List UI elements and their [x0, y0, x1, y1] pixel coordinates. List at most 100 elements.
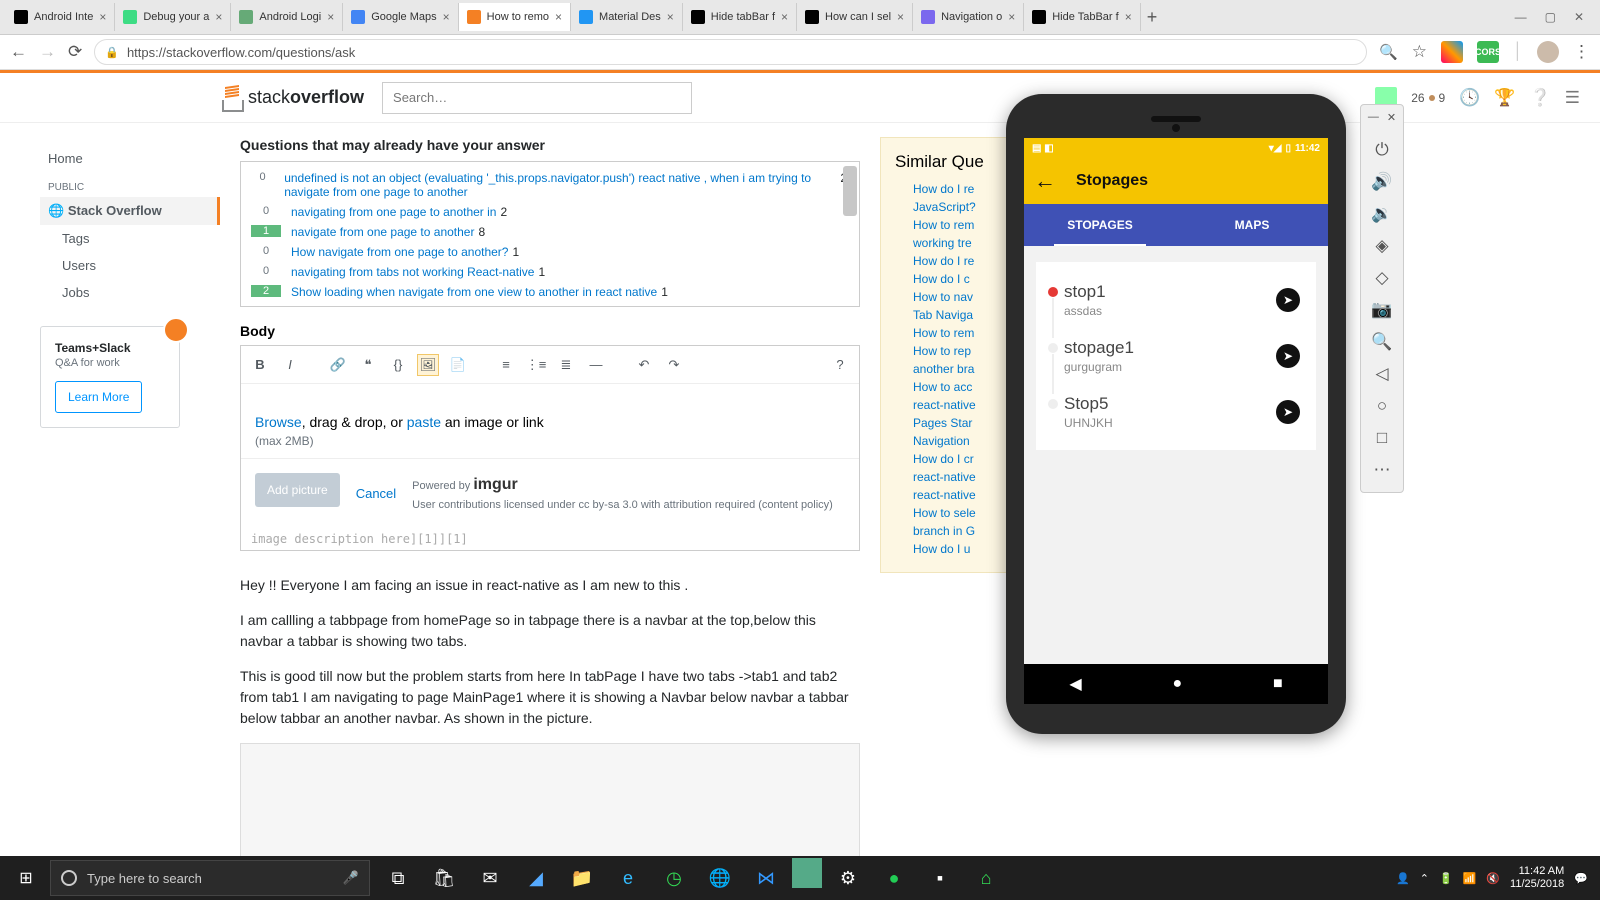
mic-icon[interactable]: 🎤: [343, 870, 359, 886]
nav-tags[interactable]: Tags: [40, 225, 220, 252]
suggestions-list[interactable]: 0undefined is not an object (evaluating …: [240, 161, 860, 307]
cancel-button[interactable]: Cancel: [356, 486, 396, 501]
suggestion-row[interactable]: 0navigating from one page to another in2: [241, 202, 847, 222]
snippet-icon[interactable]: 📄: [447, 354, 469, 376]
quote-icon[interactable]: ❝: [357, 354, 379, 376]
nav-stackoverflow[interactable]: 🌐 Stack Overflow: [40, 197, 220, 225]
emu-minimize-icon[interactable]: —: [1368, 111, 1379, 124]
reload-icon[interactable]: ⟳: [68, 42, 82, 62]
undo-icon[interactable]: ↶: [633, 354, 655, 376]
new-tab-button[interactable]: +: [1147, 7, 1158, 28]
start-button[interactable]: ⊞: [6, 858, 46, 898]
reputation[interactable]: 26 9: [1411, 91, 1445, 105]
hr-icon[interactable]: —: [585, 354, 607, 376]
clock[interactable]: 11:42 AM 11/25/2018: [1510, 865, 1564, 891]
volume-tray-icon[interactable]: 🔇: [1486, 872, 1500, 885]
emulator-tool-icon[interactable]: □: [1366, 422, 1398, 454]
taskview-icon[interactable]: ⧉: [378, 858, 418, 898]
suggestion-row[interactable]: 0navigating from tabs not working React-…: [241, 262, 847, 282]
maximize-button[interactable]: ▢: [1545, 10, 1556, 24]
olist-icon[interactable]: ≡: [495, 354, 517, 376]
explorer-icon[interactable]: 📁: [562, 858, 602, 898]
emu-close-icon[interactable]: ✕: [1387, 111, 1396, 124]
inbox-icon[interactable]: 🕓: [1459, 88, 1480, 108]
profile-avatar-icon[interactable]: [1537, 41, 1559, 63]
stop-item[interactable]: Stop5UHNJKH➤: [1048, 384, 1304, 440]
emulator-tool-icon[interactable]: ◇: [1366, 262, 1398, 294]
link-icon[interactable]: 🔗: [327, 354, 349, 376]
browser-tab[interactable]: Material Des×: [571, 3, 683, 31]
ulist-icon[interactable]: ⋮≡: [525, 354, 547, 376]
learn-more-button[interactable]: Learn More: [55, 381, 142, 413]
browser-tab[interactable]: How to remo×: [459, 3, 571, 31]
notifications-icon[interactable]: 💬: [1574, 872, 1588, 885]
android-back-icon[interactable]: ◀: [1069, 674, 1081, 694]
browser-tab[interactable]: Hide TabBar f×: [1024, 3, 1140, 31]
navigate-icon[interactable]: ➤: [1276, 344, 1300, 368]
browser-tab[interactable]: Android Logi×: [231, 3, 343, 31]
redo-icon[interactable]: ↷: [663, 354, 685, 376]
store-icon[interactable]: 🛍: [424, 858, 464, 898]
browser-tab[interactable]: Android Inte×: [6, 3, 115, 31]
suggestion-row[interactable]: 0undefined is not an object (evaluating …: [241, 168, 847, 202]
emulator-tool-icon[interactable]: ⋯: [1366, 454, 1398, 486]
tray-chevron-icon[interactable]: ⌃: [1420, 872, 1429, 885]
emulator-tool-icon[interactable]: 🔍: [1366, 326, 1398, 358]
back-icon[interactable]: ←: [10, 42, 27, 62]
nav-jobs[interactable]: Jobs: [40, 279, 220, 306]
code-icon[interactable]: {}: [387, 354, 409, 376]
browser-tab[interactable]: Debug your a×: [115, 3, 231, 31]
androidstudio-icon[interactable]: ◷: [654, 858, 694, 898]
browser-tab[interactable]: Hide tabBar f×: [683, 3, 797, 31]
image-icon[interactable]: 🖼: [417, 354, 439, 376]
browser-tab[interactable]: Navigation o×: [913, 3, 1024, 31]
nav-users[interactable]: Users: [40, 252, 220, 279]
app-icon[interactable]: ◢: [516, 858, 556, 898]
browse-link[interactable]: Browse: [255, 414, 302, 430]
tab-maps[interactable]: MAPS: [1176, 204, 1328, 246]
app-icon-2[interactable]: [792, 858, 822, 888]
settings-icon[interactable]: ⚙: [828, 858, 868, 898]
stop-item[interactable]: stop1assdas➤: [1048, 272, 1304, 328]
stop-item[interactable]: stopage1gurgugram➤: [1048, 328, 1304, 384]
browser-tab[interactable]: How can I sel×: [797, 3, 913, 31]
menu-icon[interactable]: ⋮: [1573, 42, 1590, 62]
app-icon-3[interactable]: ●: [874, 858, 914, 898]
help-icon[interactable]: ❔: [1530, 88, 1551, 108]
android-recent-icon[interactable]: ■: [1273, 675, 1283, 693]
android-home-icon[interactable]: ●: [1172, 675, 1182, 693]
vscode-icon[interactable]: ⋈: [746, 858, 786, 898]
image-dropzone[interactable]: Browse, drag & drop, or paste an image o…: [241, 384, 859, 458]
url-field[interactable]: 🔒 https://stackoverflow.com/questions/as…: [94, 39, 1367, 65]
emulator-tool-icon[interactable]: 📷: [1366, 294, 1398, 326]
zoom-icon[interactable]: 🔍: [1379, 43, 1398, 61]
emulator-tool-icon[interactable]: ◁: [1366, 358, 1398, 390]
star-icon[interactable]: ☆: [1412, 42, 1427, 62]
emulator-tool-icon[interactable]: 🔉: [1366, 198, 1398, 230]
suggestion-row[interactable]: 2Show loading when navigate from one vie…: [241, 282, 847, 302]
taskbar-search[interactable]: Type here to search 🎤: [50, 860, 370, 896]
heading-icon[interactable]: ≣: [555, 354, 577, 376]
emulator-tool-icon[interactable]: ○: [1366, 390, 1398, 422]
emulator-tool-icon[interactable]: ⏻: [1366, 134, 1398, 166]
tab-stopages[interactable]: STOPAGES: [1024, 204, 1176, 246]
minimize-button[interactable]: —: [1515, 10, 1527, 24]
italic-icon[interactable]: I: [279, 354, 301, 376]
so-logo[interactable]: stackoverflow: [220, 84, 364, 112]
nav-home[interactable]: Home: [40, 145, 220, 172]
close-button[interactable]: ✕: [1574, 10, 1584, 24]
browser-tab[interactable]: Google Maps×: [343, 3, 458, 31]
paste-link[interactable]: paste: [407, 414, 441, 430]
cors-extension-icon[interactable]: CORS: [1477, 41, 1499, 63]
people-icon[interactable]: 👤: [1396, 872, 1410, 885]
mail-icon[interactable]: ✉: [470, 858, 510, 898]
navigate-icon[interactable]: ➤: [1276, 288, 1300, 312]
forward-icon[interactable]: →: [39, 42, 56, 62]
toolbar-help-icon[interactable]: ?: [829, 354, 851, 376]
bold-icon[interactable]: B: [249, 354, 271, 376]
terminal-icon[interactable]: ▪: [920, 858, 960, 898]
emulator-tool-icon[interactable]: 🔊: [1366, 166, 1398, 198]
back-arrow-icon[interactable]: ←: [1034, 168, 1056, 194]
extension-icon[interactable]: [1441, 41, 1463, 63]
battery-tray-icon[interactable]: 🔋: [1439, 872, 1453, 885]
